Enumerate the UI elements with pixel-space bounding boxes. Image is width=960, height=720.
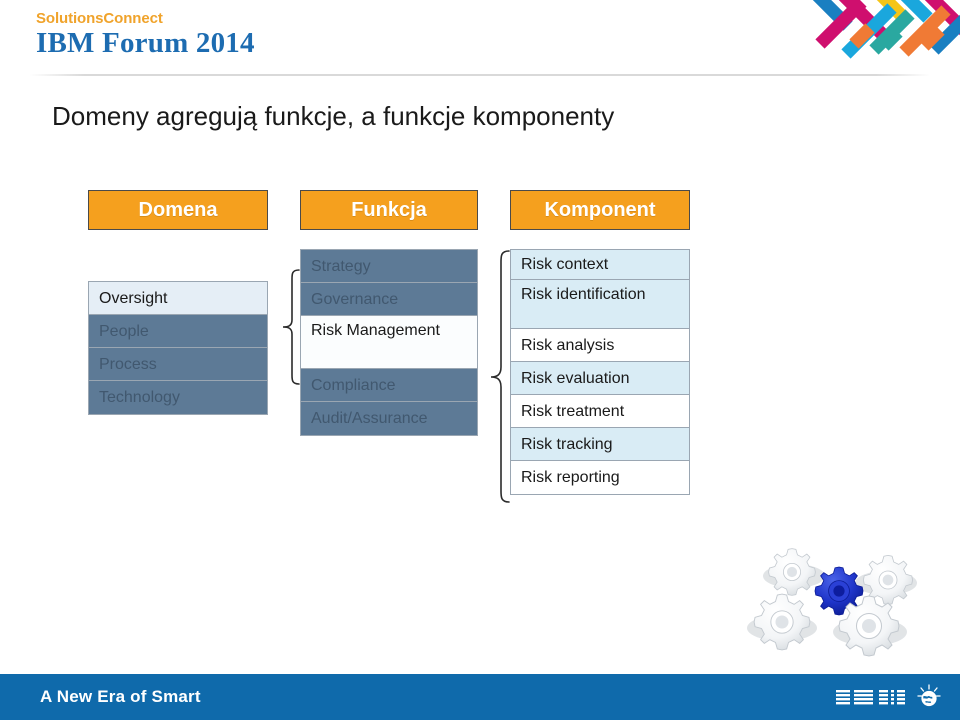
domena-row-stack: Oversight People Process Technology bbox=[88, 281, 268, 415]
slide-header: SolutionsConnect IBM Forum 2014 bbox=[0, 0, 960, 78]
domena-row-oversight: Oversight bbox=[89, 282, 267, 315]
funkcja-row-compliance: Compliance bbox=[301, 369, 477, 402]
komponent-row-stack: Risk context Risk identification Risk an… bbox=[510, 249, 690, 495]
komponent-row-risk-evaluation: Risk evaluation bbox=[511, 362, 689, 395]
komponent-row-risk-analysis: Risk analysis bbox=[511, 329, 689, 362]
column-header-komponent: Komponent bbox=[510, 190, 690, 230]
komponent-row-risk-identification: Risk identification bbox=[511, 280, 689, 329]
page-title: Domeny agregują funkcje, a funkcje kompo… bbox=[52, 101, 615, 131]
funkcja-row-strategy: Strategy bbox=[301, 250, 477, 283]
footer-ibm-logo bbox=[835, 683, 942, 711]
komponent-row-risk-treatment: Risk treatment bbox=[511, 395, 689, 428]
brand-ibm-forum-text: IBM Forum 2014 bbox=[36, 27, 255, 59]
funkcja-row-risk-management: Risk Management bbox=[301, 316, 477, 369]
ibm-wordmark-icon bbox=[836, 689, 905, 706]
brace-oversight-to-funkcja-icon bbox=[268, 268, 302, 386]
header-divider bbox=[30, 74, 930, 76]
domena-row-process: Process bbox=[89, 348, 267, 381]
funkcja-row-audit-assurance: Audit/Assurance bbox=[301, 402, 477, 435]
brand-block: SolutionsConnect IBM Forum 2014 bbox=[36, 10, 255, 60]
column-header-funkcja: Funkcja bbox=[300, 190, 478, 230]
domena-row-people: People bbox=[89, 315, 267, 348]
column-header-domena: Domena bbox=[88, 190, 268, 230]
funkcja-row-governance: Governance bbox=[301, 283, 477, 316]
brand-solutionsconnect-text: SolutionsConnect bbox=[36, 10, 163, 27]
brace-riskmanagement-to-komponent-icon bbox=[476, 249, 512, 504]
domena-row-technology: Technology bbox=[89, 381, 267, 414]
smarter-planet-globe-icon bbox=[917, 684, 941, 707]
funkcja-row-stack: Strategy Governance Risk Management Comp… bbox=[300, 249, 478, 436]
solutionsconnect-chevron-logo-icon bbox=[800, 0, 960, 62]
footer-tagline: A New Era of Smart bbox=[40, 687, 201, 706]
komponent-row-risk-tracking: Risk tracking bbox=[511, 428, 689, 461]
slide-footer: A New Era of Smart bbox=[0, 674, 960, 720]
gears-cluster-icon bbox=[742, 528, 947, 663]
komponent-row-risk-reporting: Risk reporting bbox=[511, 461, 689, 494]
komponent-row-risk-context: Risk context bbox=[511, 250, 689, 280]
